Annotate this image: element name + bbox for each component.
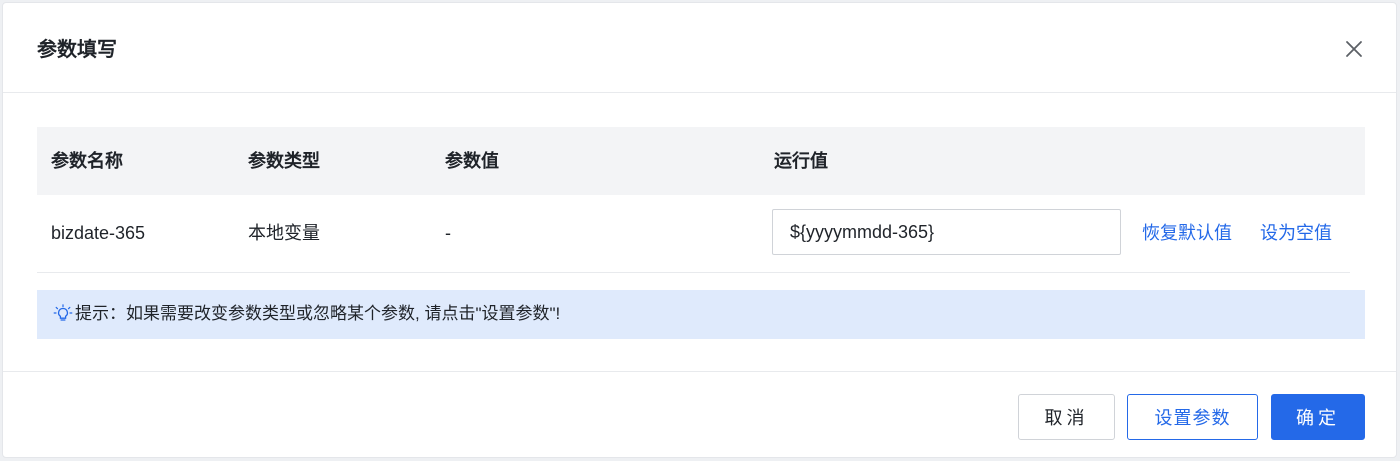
tip-text: 提示：如果需要改变参数类型或忽略某个参数, 请点击"设置参数"!: [75, 304, 561, 323]
param-name-cell: bizdate-365: [51, 223, 146, 243]
column-header-value: 参数值: [445, 151, 499, 171]
confirm-button[interactable]: 确定: [1271, 394, 1365, 440]
set-parameters-button[interactable]: 设置参数: [1127, 394, 1258, 440]
restore-default-link[interactable]: 恢复默认值: [1142, 221, 1232, 245]
lightbulb-icon: [53, 304, 73, 324]
column-header-run-value: 运行值: [774, 151, 828, 171]
table-row: bizdate-365 本地变量 - 恢复默认值 设为空值: [37, 195, 1350, 273]
set-empty-link[interactable]: 设为空值: [1260, 221, 1332, 245]
table-header: 参数名称 参数类型 参数值 运行值: [37, 127, 1365, 195]
close-icon[interactable]: [1344, 39, 1364, 59]
dialog-footer: 取消 设置参数 确定: [3, 371, 1396, 459]
column-header-type: 参数类型: [248, 151, 320, 171]
parameter-table: 参数名称 参数类型 参数值 运行值 bizdate-365 本地变量 - 恢复默…: [37, 127, 1365, 273]
dialog-title: 参数填写: [37, 39, 117, 61]
parameter-dialog: 参数填写 参数名称 参数类型 参数值 运行值 bizdate-365 本地变量 …: [2, 2, 1397, 458]
param-type-cell: 本地变量: [248, 223, 320, 243]
param-value-cell: -: [445, 223, 451, 243]
column-header-name: 参数名称: [51, 151, 123, 171]
run-value-input[interactable]: [772, 209, 1121, 255]
tip-banner: 提示：如果需要改变参数类型或忽略某个参数, 请点击"设置参数"!: [37, 290, 1365, 339]
dialog-header: 参数填写: [3, 3, 1396, 93]
cancel-button[interactable]: 取消: [1018, 394, 1115, 440]
